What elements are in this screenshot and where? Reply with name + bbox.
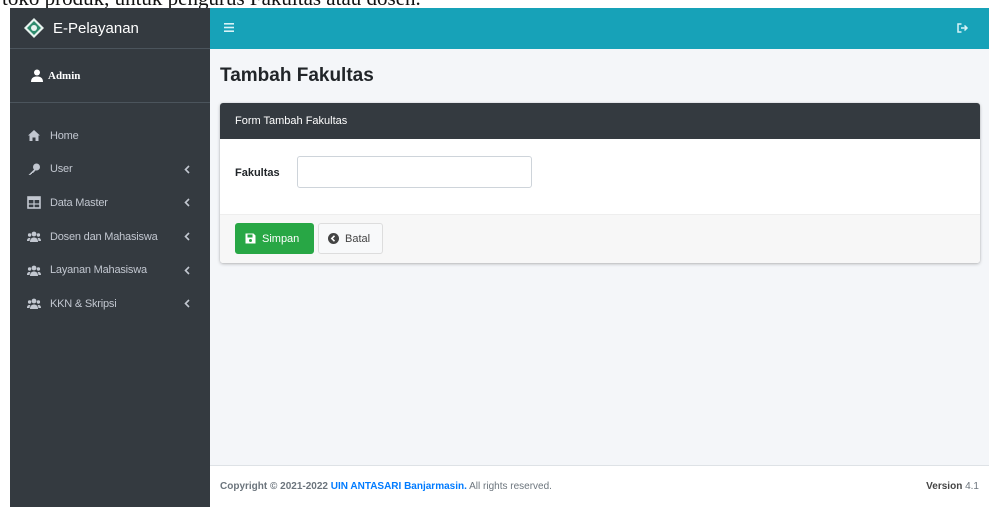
sidebar-nav: Home User Data Master Dosen dan Mahasisw…: [10, 103, 210, 321]
table-icon: [27, 196, 41, 210]
rights-text: All rights reserved.: [469, 481, 552, 492]
card-footer: Simpan Batal: [220, 214, 980, 263]
sidebar-item-data-master[interactable]: Data Master: [10, 186, 210, 220]
users-icon: [27, 297, 41, 310]
fakultas-input[interactable]: [297, 156, 532, 188]
sidebar-item-label: User: [50, 163, 73, 176]
fakultas-label: Fakultas: [235, 167, 280, 179]
chevron-left-icon: [184, 299, 190, 308]
save-button[interactable]: Simpan: [235, 223, 314, 254]
chevron-left-icon: [184, 232, 190, 241]
sidebar-item-label: KKN & Skripsi: [50, 297, 117, 310]
user-icon: [31, 69, 43, 82]
brand-logo-icon: [23, 17, 45, 39]
main-footer: Copyright © 2021-2022 UIN ANTASARI Banja…: [210, 465, 989, 507]
org-link[interactable]: UIN ANTASARI Banjarmasin.: [331, 481, 467, 492]
sidebar-item-home[interactable]: Home: [10, 119, 210, 153]
save-icon: [245, 233, 256, 244]
page-title: Tambah Fakultas: [220, 65, 374, 86]
user-name: Admin: [48, 69, 81, 82]
version-number: 4.1: [965, 481, 979, 492]
footer-copyright: Copyright © 2021-2022 UIN ANTASARI Banja…: [220, 481, 552, 492]
save-button-label: Simpan: [262, 232, 300, 245]
card-body: Fakultas: [220, 139, 980, 214]
sidebar: E-Pelayanan Admin Home User Data Master: [10, 8, 210, 507]
document-text: toko produk, untuk pengurus Fakultas ata…: [2, 0, 421, 8]
brand-link[interactable]: E-Pelayanan: [10, 8, 210, 49]
home-icon: [27, 129, 41, 142]
sidebar-item-label: Layanan Mahasiswa: [50, 264, 147, 277]
user-panel[interactable]: Admin: [10, 49, 210, 103]
document-text-strip: toko produk, untuk pengurus Fakultas ata…: [0, 0, 989, 8]
card-title: Form Tambah Fakultas: [220, 103, 980, 139]
users-icon: [27, 230, 41, 243]
hamburger-icon[interactable]: [224, 23, 234, 32]
chevron-left-icon: [184, 198, 190, 208]
top-navbar: [210, 8, 989, 49]
users-icon: [27, 264, 41, 277]
sidebar-item-label: Dosen dan Mahasiswa: [50, 230, 158, 243]
brand-text: E-Pelayanan: [53, 19, 139, 37]
copyright-text: Copyright © 2021-2022: [220, 481, 328, 492]
key-icon: [27, 163, 41, 176]
sidebar-item-label: Home: [50, 129, 79, 142]
sidebar-item-kkn-skripsi[interactable]: KKN & Skripsi: [10, 287, 210, 321]
cancel-button[interactable]: Batal: [318, 223, 383, 254]
sidebar-item-user[interactable]: User: [10, 153, 210, 187]
version-label: Version: [926, 481, 963, 492]
chevron-left-icon: [184, 165, 190, 174]
sidebar-item-layanan-mahasiswa[interactable]: Layanan Mahasiswa: [10, 253, 210, 287]
sidebar-item-label: Data Master: [50, 196, 108, 209]
footer-version: Version 4.1: [926, 481, 979, 492]
chevron-left-icon: [184, 266, 190, 275]
content-wrapper: Tambah Fakultas Form Tambah Fakultas Fak…: [210, 49, 989, 465]
sidebar-item-dosen-mahasiswa[interactable]: Dosen dan Mahasiswa: [10, 220, 210, 254]
cancel-button-label: Batal: [345, 232, 371, 245]
arrow-circle-left-icon: [328, 233, 339, 244]
sign-out-icon[interactable]: [957, 23, 969, 33]
form-card: Form Tambah Fakultas Fakultas Simpan Bat…: [220, 103, 980, 263]
